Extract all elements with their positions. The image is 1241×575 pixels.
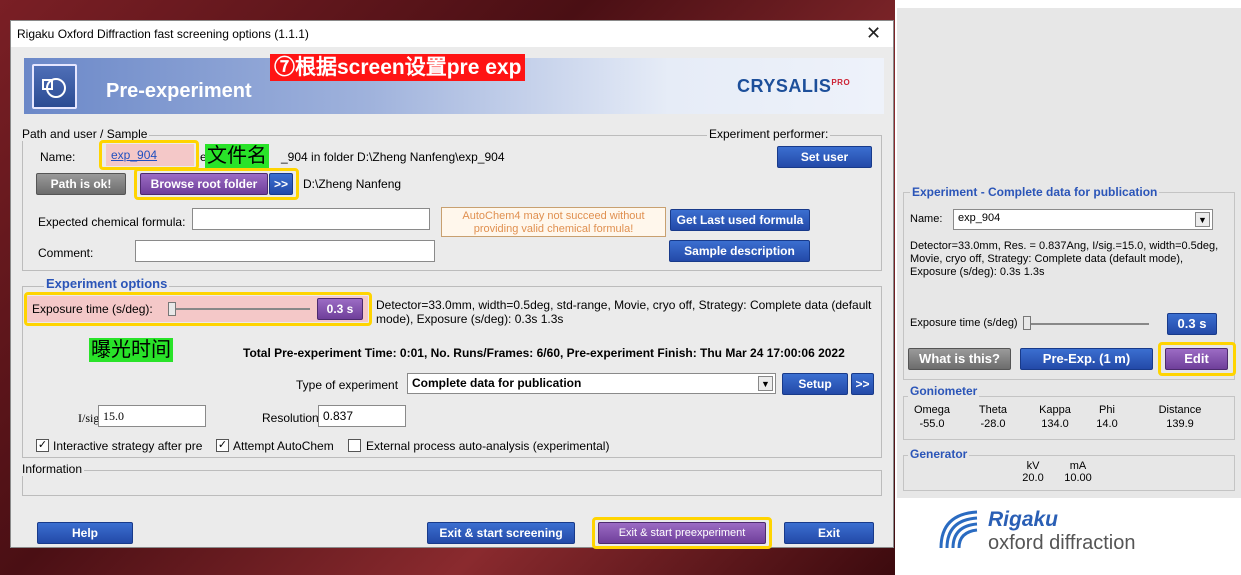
rp-exposure-value: 0.3 s: [1167, 313, 1217, 335]
camera-icon: [32, 64, 77, 109]
crysalis-logo-text: CRYSALIS: [737, 76, 832, 96]
rigaku-brand-sub: oxford diffraction: [988, 532, 1136, 554]
edit-highlight: [1158, 342, 1236, 376]
type-select[interactable]: Complete data for publication ▼: [407, 373, 776, 394]
type-label: Type of experiment: [296, 378, 399, 392]
experiment-options-label: Experiment options: [44, 276, 170, 291]
crysalis-logo-sup: PRO: [831, 78, 851, 87]
setup-button[interactable]: Setup: [782, 373, 848, 395]
close-icon[interactable]: ✕: [866, 23, 881, 44]
title-bar: Rigaku Oxford Diffraction fast screening…: [11, 21, 893, 47]
goniometer-header: Goniometer: [908, 384, 980, 398]
name-highlight: [99, 140, 199, 170]
gen-kv-label: kV: [1026, 460, 1040, 472]
name-label: Name:: [40, 150, 76, 164]
gonio-distance-value: 139.9: [1166, 418, 1194, 430]
rp-exposure-slider-track: [1023, 323, 1149, 325]
gonio-kappa-value: 134.0: [1041, 418, 1069, 430]
exit-preexp-highlight: [592, 517, 772, 549]
performer-label: Experiment performer:: [707, 127, 831, 141]
chevron-down-icon[interactable]: ▼: [758, 376, 773, 391]
root-path: D:\Zheng Nanfeng: [303, 177, 402, 191]
gonio-kappa-label: Kappa: [1039, 404, 1071, 416]
resolution-input[interactable]: 0.837: [318, 405, 406, 427]
exit-button[interactable]: Exit: [784, 522, 874, 544]
chevron-down-icon[interactable]: ▼: [1195, 212, 1210, 227]
setup-more-button[interactable]: >>: [851, 373, 874, 395]
gonio-phi-label: Phi: [1099, 404, 1115, 416]
rp-details: Detector=33.0mm, Res. = 0.837Ang, I/sig.…: [910, 240, 1219, 278]
path-group-label: Path and user / Sample: [20, 127, 150, 141]
browse-highlight: [134, 168, 299, 200]
rp-exposure-slider-thumb[interactable]: [1023, 316, 1031, 330]
comment-label: Comment:: [38, 246, 94, 260]
experiment-header: Experiment - Complete data for publicati…: [910, 185, 1160, 199]
gonio-omega-label: Omega: [913, 404, 951, 416]
crysalis-logo: CRYSALISPRO: [737, 76, 850, 97]
pre-exp-button[interactable]: Pre-Exp. (1 m): [1020, 348, 1153, 370]
information-label: Information: [20, 462, 85, 476]
attempt-autochem-checkbox[interactable]: ✓: [216, 439, 229, 452]
generator-header: Generator: [908, 447, 970, 461]
external-process-label: External process auto-analysis (experime…: [366, 439, 610, 453]
set-user-button[interactable]: Set user: [777, 146, 872, 168]
autochem-warning: AutoChem4 may not succeed without provid…: [441, 207, 666, 237]
path-desc: _904 in folder D:\Zheng Nanfeng\exp_904: [281, 150, 505, 164]
gonio-phi-value: 14.0: [1096, 418, 1118, 430]
external-process-checkbox[interactable]: [348, 439, 361, 452]
gen-kv-value: 20.0: [1022, 472, 1044, 484]
gonio-theta-label: Theta: [978, 404, 1008, 416]
path-ok-button[interactable]: Path is ok!: [36, 173, 126, 195]
rp-exposure-label: Exposure time (s/deg): [910, 317, 1018, 329]
rigaku-logo-icon: [937, 508, 979, 550]
interactive-strategy-checkbox[interactable]: ✓: [36, 439, 49, 452]
rigaku-brand-name: Rigaku: [988, 508, 1059, 531]
rp-name-select[interactable]: exp_904 ▼: [953, 209, 1213, 230]
gonio-theta-value: -28.0: [980, 418, 1006, 430]
isig-input[interactable]: 15.0: [98, 405, 206, 427]
formula-input[interactable]: [192, 208, 430, 230]
sample-description-button[interactable]: Sample description: [669, 240, 810, 262]
isig-label: I/sig: [78, 411, 100, 425]
rp-name-value: exp_904: [958, 212, 1001, 224]
total-pre-exp-text: Total Pre-experiment Time: 0:01, No. Run…: [243, 346, 845, 360]
resolution-label: Resolution: [262, 411, 319, 425]
exit-start-screening-button[interactable]: Exit & start screening: [427, 522, 575, 544]
gen-ma-label: mA: [1069, 460, 1087, 472]
annotation-pre-exp: ⑦根据screen设置pre exp: [270, 54, 526, 81]
type-value: Complete data for publication: [412, 376, 582, 390]
gonio-distance-label: Distance: [1158, 404, 1202, 416]
help-button[interactable]: Help: [37, 522, 133, 544]
gen-ma-value: 10.00: [1064, 472, 1092, 484]
detector-text-line2: mode), Exposure (s/deg): 0.3s 1.3s: [376, 312, 564, 326]
information-group: [22, 470, 882, 496]
interactive-strategy-label: Interactive strategy after pre: [53, 439, 203, 453]
formula-label: Expected chemical formula:: [38, 215, 186, 229]
detector-text-line1: Detector=33.0mm, width=0.5deg, std-range…: [376, 298, 872, 312]
annotation-exposure: 曝光时间: [89, 338, 173, 362]
gonio-omega-value: -55.0: [919, 418, 945, 430]
exposure-highlight: [24, 292, 372, 326]
banner-title: Pre-experiment: [106, 80, 252, 102]
get-last-formula-button[interactable]: Get Last used formula: [670, 209, 810, 231]
rp-name-label: Name:: [910, 213, 943, 225]
attempt-autochem-label: Attempt AutoChem: [233, 439, 334, 453]
comment-input[interactable]: [135, 240, 435, 262]
window-title: Rigaku Oxford Diffraction fast screening…: [17, 27, 309, 41]
what-is-this-button[interactable]: What is this?: [908, 348, 1011, 370]
annotation-filename: 文件名: [205, 144, 269, 168]
